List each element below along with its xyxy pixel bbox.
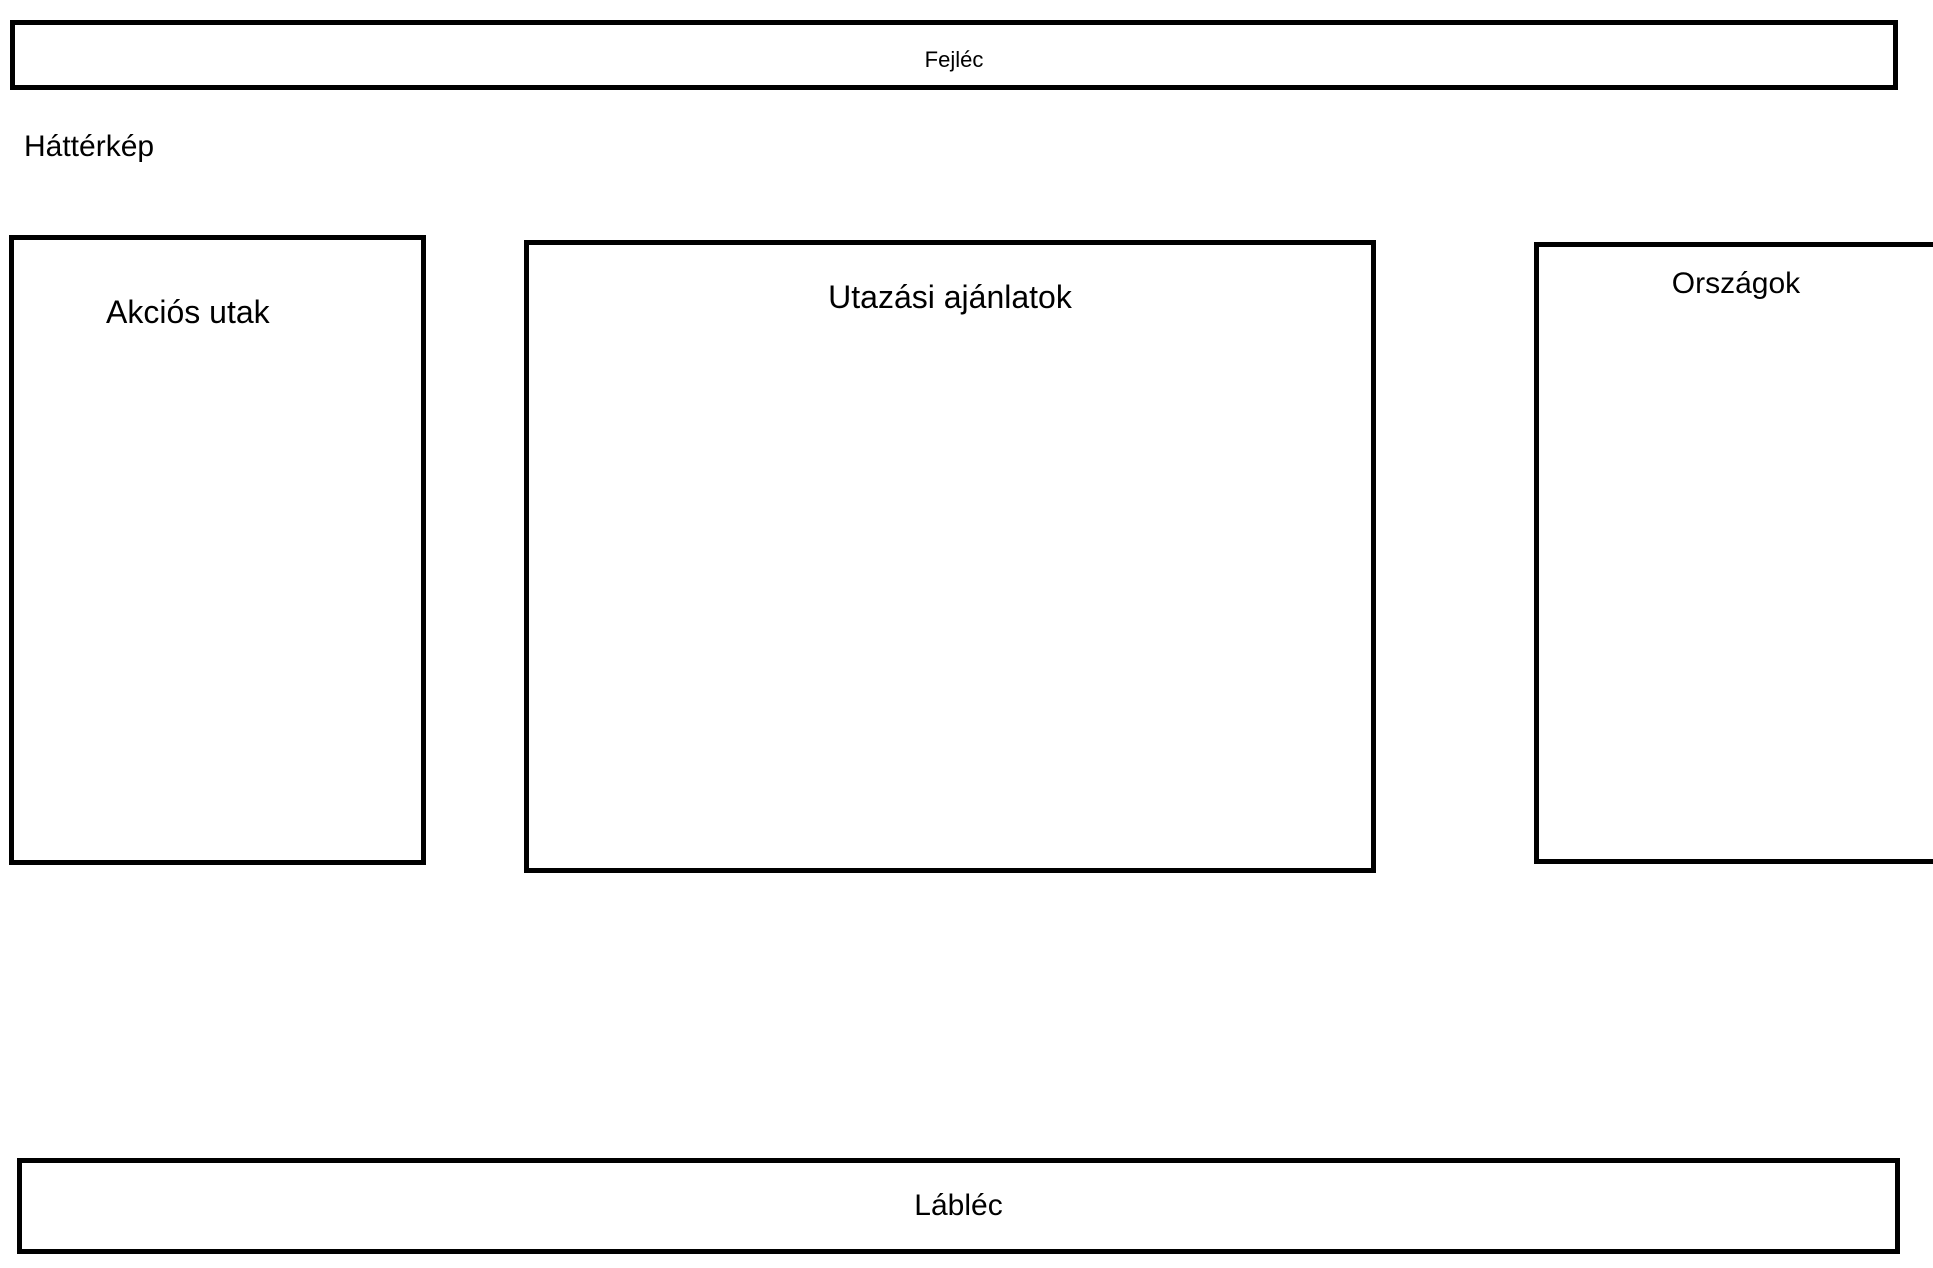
header-box: Fejléc [10, 20, 1898, 90]
countries-label: Országok [1671, 267, 1801, 300]
header-label: Fejléc [924, 47, 984, 72]
travel-offers-label: Utazási ajánlatok [828, 279, 1072, 315]
special-offers-box: Akciós utak [9, 235, 426, 865]
countries-box: Országok [1534, 242, 1933, 864]
footer-box: Lábléc [17, 1158, 1900, 1254]
special-offers-label: Akciós utak [106, 294, 270, 330]
footer-label: Lábléc [914, 1189, 1003, 1222]
travel-offers-box: Utazási ajánlatok [524, 240, 1376, 873]
background-image-label: Háttérkép [24, 130, 155, 163]
